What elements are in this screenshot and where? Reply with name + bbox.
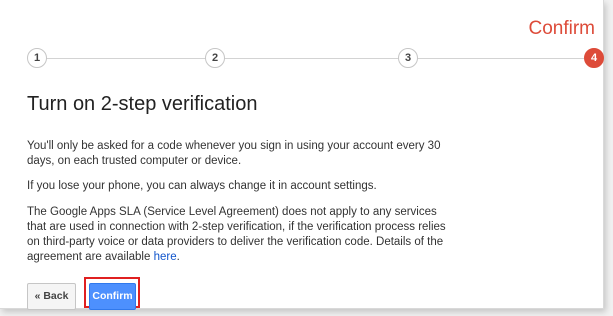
wizard-card: Confirm 1 2 3 4 Turn on 2-step verificat…: [0, 0, 604, 310]
confirm-button[interactable]: Confirm: [89, 283, 136, 310]
details-link[interactable]: here: [154, 251, 177, 263]
progress-line: [38, 58, 584, 59]
info-paragraph-sla: The Google Apps SLA (Service Level Agree…: [27, 205, 447, 265]
info-paragraph-code: You'll only be asked for a code whenever…: [27, 140, 441, 167]
page-title: Turn on 2-step verification: [27, 93, 258, 115]
info-paragraph-phone: If you lose your phone, you can always c…: [27, 180, 377, 192]
step-1-indicator: 1: [27, 48, 47, 68]
back-button[interactable]: « Back: [27, 283, 76, 310]
step-title: Confirm: [528, 18, 595, 39]
sla-text: The Google Apps SLA (Service Level Agree…: [27, 206, 446, 263]
step-3-indicator: 3: [398, 48, 418, 68]
step-4-indicator: 4: [584, 48, 604, 68]
sla-text-end: .: [176, 251, 180, 263]
step-2-indicator: 2: [205, 48, 225, 68]
